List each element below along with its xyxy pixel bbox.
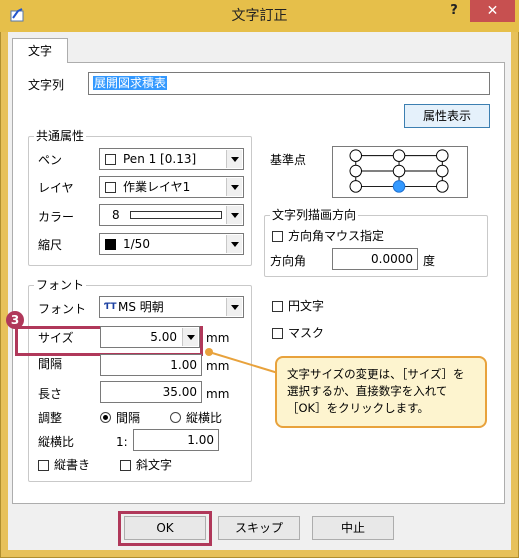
adjust-spacing-radio[interactable] (100, 412, 111, 423)
layer-swatch (105, 182, 116, 193)
callout-connector (205, 348, 279, 374)
color-swatch (130, 211, 222, 219)
scale-label: 縮尺 (38, 238, 63, 252)
close-button[interactable]: ✕ (470, 0, 515, 22)
length-input[interactable]: 35.00 (100, 381, 202, 403)
pen-label: ペン (38, 153, 63, 167)
help-button[interactable]: ? (439, 0, 469, 22)
base-point-top-left[interactable] (349, 149, 363, 162)
circle-text-checkbox[interactable] (272, 301, 283, 312)
direction-group-title: 文字列描画方向 (270, 208, 359, 222)
mask-label: マスク (288, 326, 325, 340)
spacing-input[interactable]: 1.00 (100, 354, 202, 376)
base-point-middle-center[interactable] (392, 164, 406, 178)
ratio-input[interactable]: 1.00 (133, 429, 219, 451)
ok-button[interactable]: OK (124, 516, 206, 540)
size-select[interactable]: 5.00 (100, 326, 200, 348)
cancel-button[interactable]: 中止 (312, 516, 394, 540)
pen-value: Pen 1 [0.13] (123, 152, 197, 166)
base-point-label: 基準点 (270, 153, 307, 167)
spacing-label: 間隔 (38, 357, 63, 371)
step-badge: 3 (6, 311, 24, 329)
layer-value: 作業レイヤ1 (123, 180, 191, 194)
base-point-bottom-center[interactable] (392, 180, 406, 193)
font-group-title: フォント (34, 278, 87, 292)
layer-select[interactable]: 作業レイヤ1 (99, 176, 244, 198)
callout-box: 文字サイズの変更は、［サイズ］を選択するか、直接数字を入れて［OK］をクリックし… (275, 356, 487, 428)
mouse-angle-label: 方向角マウス指定 (288, 229, 385, 243)
scale-select[interactable]: 1/50 (99, 233, 244, 255)
scale-value: 1/50 (123, 237, 150, 251)
scale-swatch (105, 239, 116, 250)
length-unit: mm (206, 387, 230, 401)
adjust-spacing-label: 間隔 (116, 411, 141, 425)
mask-checkbox[interactable] (272, 328, 283, 339)
adjust-ratio-label: 縦横比 (186, 411, 223, 425)
base-point-selector[interactable] (332, 146, 468, 198)
angle-label: 方向角 (270, 254, 307, 268)
color-select[interactable]: 8 (99, 204, 244, 226)
chevron-down-icon (182, 328, 198, 346)
chevron-down-icon (226, 150, 242, 168)
text-label: 文字列 (28, 78, 65, 92)
ratio-label: 縦横比 (38, 435, 75, 449)
base-point-top-center[interactable] (392, 149, 406, 162)
chevron-down-icon (226, 235, 242, 253)
size-label: サイズ (38, 331, 74, 345)
font-select[interactable]: ƬT MS 明朝 (99, 296, 244, 318)
base-point-bottom-right[interactable] (436, 180, 449, 193)
chevron-down-icon (226, 298, 242, 316)
text-input[interactable]: 展開図求積表 (88, 72, 490, 95)
chevron-down-icon (226, 206, 242, 224)
pen-select[interactable]: Pen 1 [0.13] (99, 148, 244, 170)
color-label: カラー (38, 210, 75, 224)
color-value: 8 (112, 208, 120, 222)
vertical-label: 縦書き (54, 458, 91, 472)
adjust-label: 調整 (38, 411, 63, 425)
common-attributes-title: 共通属性 (34, 129, 87, 143)
circle-text-label: 円文字 (288, 299, 325, 313)
base-point-middle-right[interactable] (436, 164, 449, 178)
chevron-down-icon (226, 178, 242, 196)
size-value: 5.00 (150, 330, 177, 344)
base-point-middle-left[interactable] (349, 164, 363, 178)
base-point-top-right[interactable] (436, 149, 449, 162)
italic-checkbox[interactable] (120, 460, 131, 471)
text-input-value: 展開図求積表 (93, 76, 168, 90)
angle-unit: 度 (423, 254, 436, 268)
attribute-display-button[interactable]: 属性表示 (404, 104, 490, 128)
adjust-ratio-radio[interactable] (170, 412, 181, 423)
length-label: 長さ (38, 387, 63, 401)
font-label: フォント (38, 302, 87, 316)
angle-input[interactable]: 0.0000 (332, 248, 418, 270)
vertical-checkbox[interactable] (38, 460, 49, 471)
skip-button[interactable]: スキップ (218, 516, 300, 540)
base-point-bottom-left[interactable] (349, 180, 363, 193)
truetype-icon: ƬT (104, 302, 117, 312)
layer-label: レイヤ (38, 181, 74, 195)
ratio-prefix: 1: (116, 435, 128, 449)
font-value: MS 明朝 (118, 300, 164, 314)
tab-moji[interactable]: 文字 (12, 38, 68, 63)
italic-label: 斜文字 (136, 458, 173, 472)
pen-swatch (105, 154, 116, 165)
mouse-angle-checkbox[interactable] (272, 231, 283, 242)
